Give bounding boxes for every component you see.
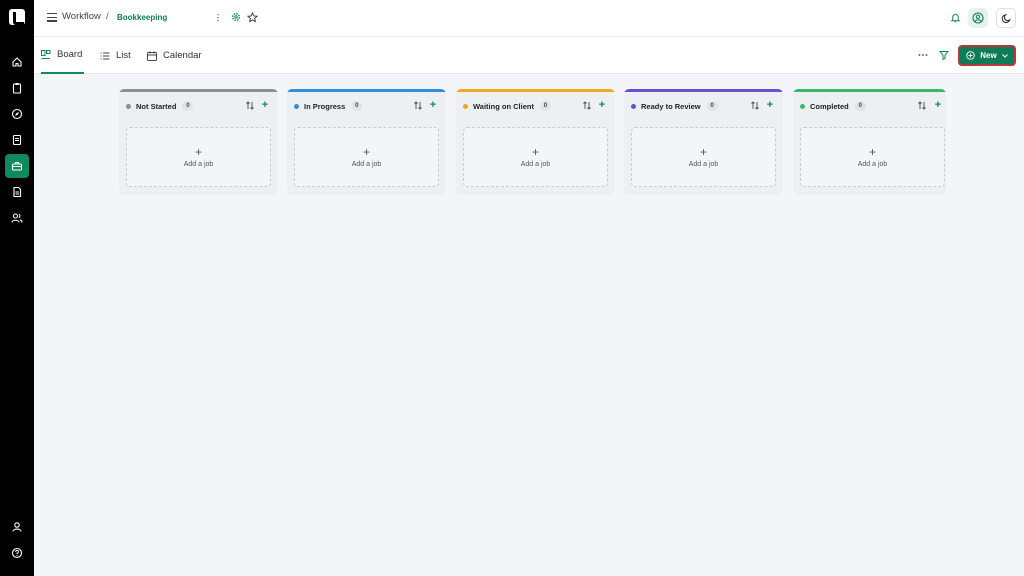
menu-icon[interactable] xyxy=(47,13,57,22)
add-job-card[interactable]: + Add a job xyxy=(126,127,271,187)
file-icon[interactable] xyxy=(5,180,29,204)
add-job-card[interactable]: + Add a job xyxy=(294,127,439,187)
add-icon[interactable]: + xyxy=(428,100,438,111)
breadcrumb-root[interactable]: Workflow xyxy=(62,11,101,22)
board-column-completed: Completed 0 + + Add a job xyxy=(793,89,946,195)
sort-icon[interactable] xyxy=(751,101,759,110)
list-icon xyxy=(100,52,110,59)
tab-list-label: List xyxy=(116,50,131,61)
tab-board-label: Board xyxy=(57,49,83,60)
column-title: Waiting on Client xyxy=(473,101,534,111)
view-tab-bar: Board List Calendar New xyxy=(34,37,1024,74)
status-dot xyxy=(631,103,636,109)
breadcrumb-separator: / xyxy=(106,11,109,22)
sort-icon[interactable] xyxy=(246,101,254,110)
theme-toggle-button[interactable] xyxy=(996,8,1016,28)
column-title: Not Started xyxy=(136,101,177,111)
sort-icon[interactable] xyxy=(414,101,422,110)
user-icon[interactable] xyxy=(5,515,29,539)
sidebar xyxy=(0,0,34,576)
filter-icon[interactable] xyxy=(937,48,951,62)
board-column-not-started: Not Started 0 + + Add a job xyxy=(119,89,278,195)
add-job-card[interactable]: + Add a job xyxy=(463,127,608,187)
app-logo[interactable] xyxy=(9,9,25,25)
column-count-badge: 0 xyxy=(854,101,866,111)
column-count-badge: 0 xyxy=(351,101,363,111)
bell-icon[interactable] xyxy=(948,10,962,24)
plus-icon: + xyxy=(194,144,202,159)
column-count-badge: 0 xyxy=(539,101,551,111)
add-icon[interactable]: + xyxy=(765,100,775,111)
plus-icon: + xyxy=(531,144,539,159)
home-icon[interactable] xyxy=(5,50,29,74)
column-count-badge: 0 xyxy=(706,101,718,111)
add-job-label: Add a job xyxy=(183,160,214,168)
help-icon[interactable] xyxy=(5,541,29,565)
new-button-label: New xyxy=(980,51,997,60)
plus-icon: + xyxy=(699,144,707,159)
tab-calendar-label: Calendar xyxy=(163,50,202,61)
plus-circle-icon xyxy=(966,51,975,60)
board-column-ready-to-review: Ready to Review 0 + + Add a job xyxy=(624,89,783,195)
column-count-badge: 0 xyxy=(182,101,194,111)
add-job-label: Add a job xyxy=(857,160,888,168)
clipboard-icon[interactable] xyxy=(5,76,29,100)
more-vertical-icon[interactable] xyxy=(211,10,225,24)
calendar-icon xyxy=(147,50,157,61)
new-button[interactable]: New xyxy=(958,45,1016,66)
column-title: Ready to Review xyxy=(641,101,701,111)
status-dot xyxy=(800,103,805,109)
plus-icon: + xyxy=(868,144,876,159)
add-job-label: Add a job xyxy=(351,160,382,168)
document-icon[interactable] xyxy=(5,128,29,152)
add-job-label: Add a job xyxy=(688,160,719,168)
status-dot xyxy=(463,103,468,109)
more-horizontal-icon[interactable] xyxy=(916,48,930,62)
top-bar: Workflow / Bookkeeping xyxy=(34,0,1024,37)
chevron-down-icon xyxy=(1001,53,1008,58)
tab-calendar[interactable]: Calendar xyxy=(147,37,202,74)
briefcase-icon[interactable] xyxy=(5,154,29,178)
tab-board[interactable]: Board xyxy=(41,37,85,74)
moon-icon xyxy=(1001,13,1011,23)
star-icon[interactable] xyxy=(245,10,259,24)
add-job-card[interactable]: + Add a job xyxy=(800,127,945,187)
board-column-waiting-on-client: Waiting on Client 0 + + Add a job xyxy=(456,89,615,195)
breadcrumb-current: Bookkeeping xyxy=(117,13,168,22)
user-circle-icon xyxy=(972,12,984,24)
compass-icon[interactable] xyxy=(5,102,29,126)
status-dot xyxy=(294,103,299,109)
add-icon[interactable]: + xyxy=(260,100,270,111)
add-job-label: Add a job xyxy=(520,160,551,168)
users-icon[interactable] xyxy=(5,206,29,230)
sort-icon[interactable] xyxy=(583,101,591,110)
column-title: Completed xyxy=(810,101,849,111)
add-icon[interactable]: + xyxy=(933,100,943,111)
add-icon[interactable]: + xyxy=(597,100,607,111)
settings-icon[interactable] xyxy=(229,10,243,24)
column-title: In Progress xyxy=(304,101,346,111)
sort-icon[interactable] xyxy=(918,101,926,110)
board-column-in-progress: In Progress 0 + + Add a job xyxy=(287,89,446,195)
board-icon xyxy=(41,49,51,59)
tab-list[interactable]: List xyxy=(100,37,131,74)
status-dot xyxy=(126,103,131,109)
profile-avatar-button[interactable] xyxy=(968,8,988,28)
add-job-card[interactable]: + Add a job xyxy=(631,127,776,187)
plus-icon: + xyxy=(362,144,370,159)
